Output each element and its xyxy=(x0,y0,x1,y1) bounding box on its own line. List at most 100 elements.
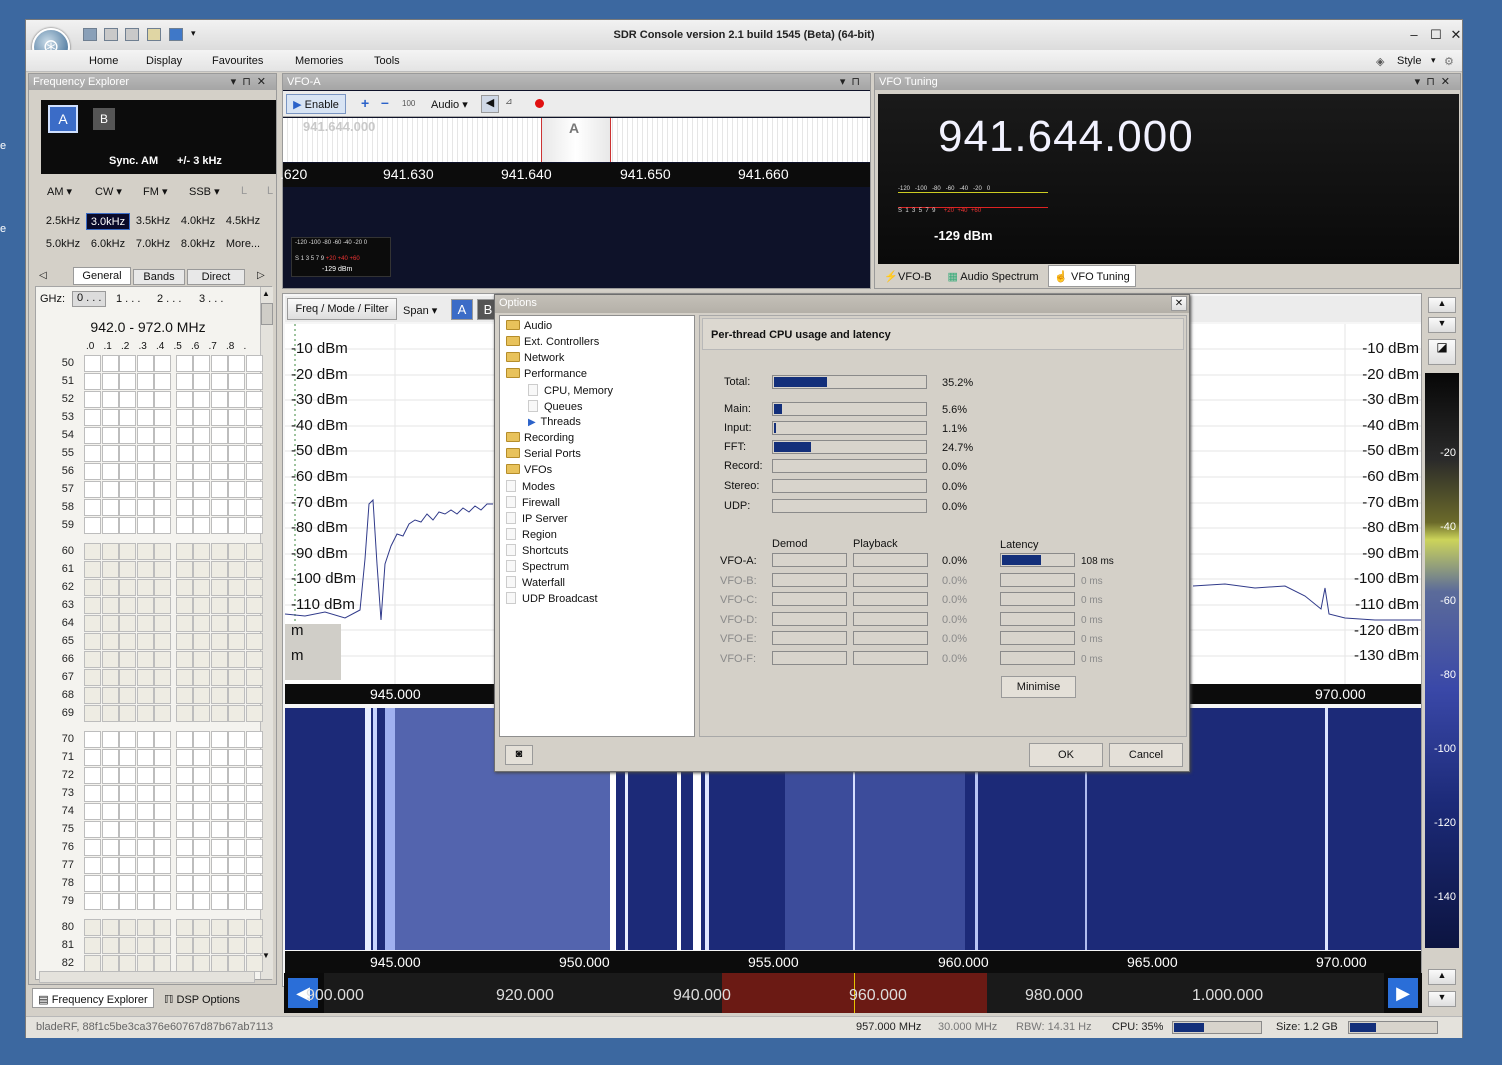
grid-cell[interactable] xyxy=(101,919,119,936)
grid-cell[interactable] xyxy=(101,445,119,462)
grid-cell[interactable] xyxy=(101,821,119,838)
grid-cell[interactable] xyxy=(136,373,154,390)
grid-cell[interactable] xyxy=(245,687,263,704)
grid-cell[interactable] xyxy=(101,409,119,426)
grid-cell[interactable] xyxy=(101,857,119,874)
grid-cell[interactable] xyxy=(193,579,210,596)
tab-general[interactable]: General xyxy=(73,267,131,285)
grid-cell[interactable] xyxy=(210,687,228,704)
grid-cell[interactable] xyxy=(175,731,193,748)
grid-cell[interactable] xyxy=(175,391,193,408)
grid-cell[interactable] xyxy=(245,499,263,516)
vfo-a-button[interactable]: A xyxy=(48,105,78,133)
grid-cell[interactable] xyxy=(245,955,263,972)
grid-cell[interactable] xyxy=(136,749,154,766)
grid-cell[interactable] xyxy=(175,615,193,632)
grid-cell[interactable] xyxy=(228,561,245,578)
grid-cell[interactable] xyxy=(119,839,136,856)
grid-cell[interactable] xyxy=(84,427,101,444)
filter-option[interactable]: More... xyxy=(221,236,265,253)
grid-cell[interactable] xyxy=(228,821,245,838)
grid-cell[interactable] xyxy=(210,955,228,972)
grid-cell[interactable] xyxy=(154,919,171,936)
grid-cell[interactable] xyxy=(210,785,228,802)
grid-cell[interactable] xyxy=(228,651,245,668)
grid-cell[interactable] xyxy=(175,705,193,722)
grid-cell[interactable] xyxy=(245,373,263,390)
grid-cell[interactable] xyxy=(84,955,101,972)
mode-l[interactable]: L xyxy=(241,185,247,197)
grid-cell[interactable] xyxy=(136,517,154,534)
record-icon[interactable] xyxy=(535,99,544,108)
grid-cell[interactable] xyxy=(228,633,245,650)
grid-cell[interactable] xyxy=(136,687,154,704)
grid-cell[interactable] xyxy=(193,499,210,516)
grid-cell[interactable] xyxy=(228,445,245,462)
menu-home[interactable]: Home xyxy=(89,55,118,67)
grid-cell[interactable] xyxy=(210,919,228,936)
grid-cell[interactable] xyxy=(175,893,193,910)
grid-cell[interactable] xyxy=(136,615,154,632)
grid-cell[interactable] xyxy=(136,427,154,444)
grid-cell[interactable] xyxy=(175,803,193,820)
play-icon[interactable] xyxy=(147,28,161,41)
grid-cell[interactable] xyxy=(154,463,171,480)
grid-cell[interactable] xyxy=(84,373,101,390)
grid-cell[interactable] xyxy=(245,785,263,802)
grid-cell[interactable] xyxy=(84,615,101,632)
grid-cell[interactable] xyxy=(228,499,245,516)
grid-cell[interactable] xyxy=(210,499,228,516)
grid-cell[interactable] xyxy=(175,427,193,444)
grid-cell[interactable] xyxy=(154,857,171,874)
grid-cell[interactable] xyxy=(84,785,101,802)
grid-cell[interactable] xyxy=(154,391,171,408)
freq-mode-filter-button[interactable]: Freq / Mode / Filter xyxy=(287,298,397,320)
tree-item[interactable]: VFOs xyxy=(506,464,552,476)
grid-cell[interactable] xyxy=(154,633,171,650)
grid-cell[interactable] xyxy=(101,355,119,372)
vfo-a-select[interactable]: A xyxy=(451,299,473,320)
grid-cell[interactable] xyxy=(136,391,154,408)
grid-cell[interactable] xyxy=(210,633,228,650)
grid-cell[interactable] xyxy=(154,651,171,668)
grid-cell[interactable] xyxy=(210,731,228,748)
grid-cell[interactable] xyxy=(228,543,245,560)
grid-cell[interactable] xyxy=(210,445,228,462)
grid-cell[interactable] xyxy=(101,839,119,856)
grid-cell[interactable] xyxy=(175,919,193,936)
chevron-left-icon[interactable]: ◁ xyxy=(39,270,47,281)
grid-cell[interactable] xyxy=(210,893,228,910)
tree-item[interactable]: Spectrum xyxy=(506,560,569,573)
grid-cell[interactable] xyxy=(101,561,119,578)
grid-cell[interactable] xyxy=(228,875,245,892)
squelch-icon[interactable]: ⊿ xyxy=(505,96,513,107)
mode-am[interactable]: AM ▾ xyxy=(47,185,72,198)
grid-cell[interactable] xyxy=(210,767,228,784)
grid-cell[interactable] xyxy=(245,615,263,632)
grid-cell[interactable] xyxy=(136,893,154,910)
grid-cell[interactable] xyxy=(228,937,245,954)
horizontal-scrollbar[interactable] xyxy=(39,971,255,983)
grid-cell[interactable] xyxy=(175,445,193,462)
grid-cell[interactable] xyxy=(154,445,171,462)
grid-cell[interactable] xyxy=(193,463,210,480)
grid-cell[interactable] xyxy=(119,651,136,668)
tree-item[interactable]: Region xyxy=(506,528,557,541)
grid-cell[interactable] xyxy=(228,893,245,910)
grid-cell[interactable] xyxy=(210,355,228,372)
grid-cell[interactable] xyxy=(84,597,101,614)
grid-cell[interactable] xyxy=(101,955,119,972)
grid-cell[interactable] xyxy=(210,705,228,722)
grid-cell[interactable] xyxy=(101,517,119,534)
grid-cell[interactable] xyxy=(136,785,154,802)
grid-cell[interactable] xyxy=(119,875,136,892)
grid-cell[interactable] xyxy=(154,839,171,856)
grid-cell[interactable] xyxy=(136,499,154,516)
grid-cell[interactable] xyxy=(154,597,171,614)
grid-cell[interactable] xyxy=(175,669,193,686)
grid-cell[interactable] xyxy=(175,543,193,560)
grid-cell[interactable] xyxy=(245,821,263,838)
grid-cell[interactable] xyxy=(245,749,263,766)
grid-cell[interactable] xyxy=(175,651,193,668)
ghz-tab-0[interactable]: 0 . . . xyxy=(72,291,106,307)
